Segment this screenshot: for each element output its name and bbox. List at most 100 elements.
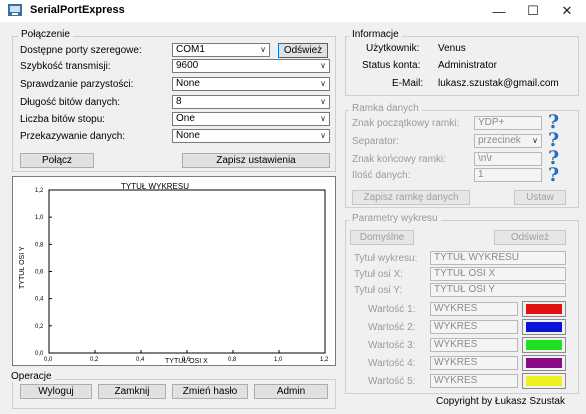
- close-icon[interactable]: ✕: [550, 0, 584, 22]
- logout-button[interactable]: Wyloguj: [20, 384, 92, 399]
- port-combo[interactable]: COM1 ∨: [172, 43, 270, 57]
- parity-label: Sprawdzanie parzystości:: [20, 79, 134, 90]
- series-5-color-swatch[interactable]: [522, 373, 566, 389]
- data-count-label: Ilość danych:: [352, 170, 411, 181]
- chart-panel: TYTUŁ WYKRESU TYTUŁ OSI X TYTUŁ OSI Y 0,…: [12, 176, 336, 366]
- y-tick-label: 0,6: [35, 270, 44, 276]
- series-4-field[interactable]: WYKRES: [430, 356, 518, 370]
- title-bar: SerialPortExpress — ☐ ✕: [0, 0, 586, 22]
- x-axis-title-field[interactable]: TYTUŁ OSI X: [430, 267, 566, 281]
- status-value: Administrator: [438, 60, 497, 71]
- start-char-field[interactable]: YDP+: [474, 116, 542, 130]
- stopbits-combo[interactable]: One ∨: [172, 112, 330, 126]
- series-3-label: Wartość 3:: [368, 340, 416, 351]
- y-tick-label: 0,0: [35, 351, 44, 357]
- series-2-color-swatch[interactable]: [522, 319, 566, 335]
- series-1-color-swatch[interactable]: [522, 301, 566, 317]
- x-tick-label: 1,0: [274, 357, 283, 363]
- separator-combo[interactable]: przecinek ∨: [474, 134, 542, 148]
- maximize-icon[interactable]: ☐: [516, 0, 550, 22]
- stopbits-value: One: [176, 113, 195, 124]
- port-label: Dostępne porty szeregowe:: [20, 45, 142, 56]
- y-tick-label: 0,4: [35, 297, 44, 303]
- separator-value: przecinek: [478, 135, 521, 146]
- chevron-down-icon: ∨: [320, 97, 326, 106]
- x-axis-title-label: Tytuł osi X:: [354, 269, 403, 280]
- chevron-down-icon: ∨: [532, 136, 538, 145]
- copyright-text: Copyright by Łukasz Szustak: [436, 396, 565, 407]
- save-settings-button[interactable]: Zapisz ustawienia: [182, 153, 330, 168]
- app-icon: [8, 4, 22, 16]
- start-char-label: Znak początkowy ramki:: [352, 118, 460, 129]
- speed-label: Szybkość transmisji:: [20, 61, 111, 72]
- x-tick-label: 1,2: [320, 357, 329, 363]
- user-value: Venus: [438, 43, 466, 54]
- status-label: Status konta:: [362, 60, 421, 71]
- user-label: Użytkownik:: [366, 43, 420, 54]
- chevron-down-icon: ∨: [320, 61, 326, 70]
- window-title: SerialPortExpress: [30, 4, 125, 16]
- port-value: COM1: [176, 44, 205, 55]
- series-2-field[interactable]: WYKRES: [430, 320, 518, 334]
- separator-label: Separator:: [352, 136, 399, 147]
- info-group-title: Informacje: [349, 29, 402, 40]
- series-3-field[interactable]: WYKRES: [430, 338, 518, 352]
- end-char-field[interactable]: \n\r: [474, 152, 542, 166]
- parity-value: None: [176, 78, 200, 89]
- speed-combo[interactable]: 9600 ∨: [172, 59, 330, 73]
- y-tick-label: 1,0: [35, 215, 44, 221]
- chevron-down-icon: ∨: [260, 45, 266, 54]
- series-2-label: Wartość 2:: [368, 322, 416, 333]
- close-button[interactable]: Zamknij: [98, 384, 166, 399]
- series-5-label: Wartość 5:: [368, 376, 416, 387]
- email-value: lukasz.szustak@gmail.com: [438, 78, 559, 89]
- refresh-ports-button[interactable]: Odśwież: [278, 43, 328, 58]
- handshake-label: Przekazywanie danych:: [20, 131, 126, 142]
- series-3-color-swatch[interactable]: [522, 337, 566, 353]
- databits-value: 8: [176, 96, 182, 107]
- chart-title-field[interactable]: TYTUŁ WYKRESU: [430, 251, 566, 265]
- series-1-label: Wartość 1:: [368, 304, 416, 315]
- handshake-value: None: [176, 130, 200, 141]
- databits-label: Długość bitów danych:: [20, 97, 121, 108]
- frame-group-title: Ramka danych: [349, 103, 422, 114]
- y-axis-title-label: Tytuł osi Y:: [354, 285, 403, 296]
- x-tick-label: 0,6: [182, 357, 191, 363]
- minimize-icon[interactable]: —: [482, 0, 516, 22]
- admin-button[interactable]: Admin: [254, 384, 328, 399]
- data-count-field[interactable]: 1: [474, 168, 542, 182]
- stopbits-label: Liczba bitów stopu:: [20, 114, 106, 125]
- speed-value: 9600: [176, 60, 199, 71]
- y-tick-label: 1,2: [35, 188, 44, 194]
- chart-plot-area: [48, 189, 326, 354]
- help-count-icon[interactable]: ?: [548, 164, 559, 186]
- databits-combo[interactable]: 8 ∨: [172, 95, 330, 109]
- y-tick-label: 0,2: [35, 324, 44, 330]
- connection-group-title: Połączenie: [18, 29, 73, 40]
- handshake-combo[interactable]: None ∨: [172, 129, 330, 143]
- set-frame-button[interactable]: Ustaw: [514, 190, 566, 205]
- y-axis-title-field[interactable]: TYTUŁ OSI Y: [430, 283, 566, 297]
- operations-group-title: Operacje: [8, 371, 55, 382]
- refresh-chart-button[interactable]: Odśwież: [494, 230, 566, 245]
- x-tick-label: 0,8: [228, 357, 237, 363]
- email-label: E-Mail:: [392, 78, 424, 89]
- series-5-field[interactable]: WYKRES: [430, 374, 518, 388]
- series-1-field[interactable]: WYKRES: [430, 302, 518, 316]
- chart-y-axis-label: TYTUŁ OSI Y: [19, 246, 26, 289]
- end-char-label: Znak końcowy ramki:: [352, 154, 446, 165]
- series-4-color-swatch[interactable]: [522, 355, 566, 371]
- chart-params-group-title: Parametry wykresu: [349, 213, 441, 224]
- chevron-down-icon: ∨: [320, 79, 326, 88]
- chart-title-label: Tytuł wykresu:: [354, 253, 418, 264]
- y-tick-label: 0,8: [35, 242, 44, 248]
- connect-button[interactable]: Połącz: [20, 153, 94, 168]
- save-frame-button[interactable]: Zapisz ramkę danych: [352, 190, 470, 205]
- x-tick-label: 0,4: [136, 357, 145, 363]
- parity-combo[interactable]: None ∨: [172, 77, 330, 91]
- series-4-label: Wartość 4:: [368, 358, 416, 369]
- chevron-down-icon: ∨: [320, 114, 326, 123]
- change-password-button[interactable]: Zmień hasło: [172, 384, 248, 399]
- default-button[interactable]: Domyślne: [350, 230, 414, 245]
- chevron-down-icon: ∨: [320, 131, 326, 140]
